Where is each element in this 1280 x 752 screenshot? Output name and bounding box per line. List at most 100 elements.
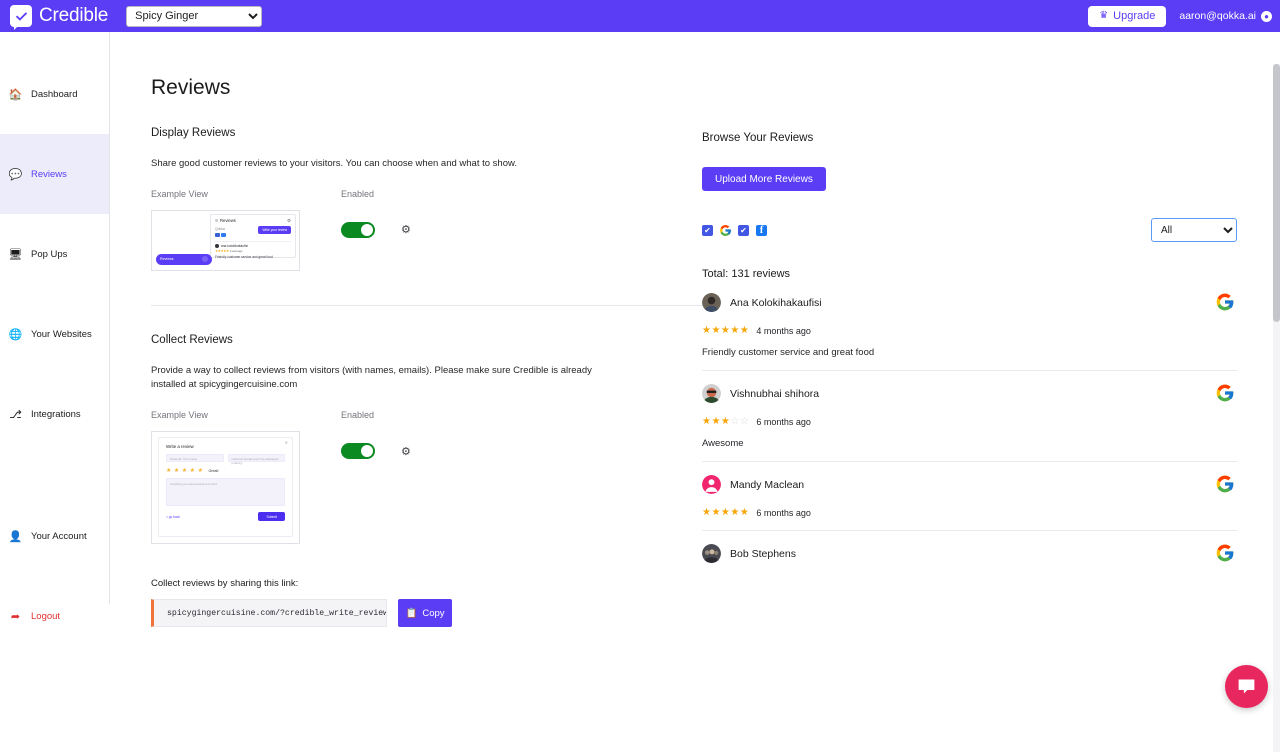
sidebar-item-label: Logout	[31, 611, 60, 622]
chat-bubble-icon: 💬	[9, 168, 22, 181]
collect-reviews-title: Collect Reviews	[151, 334, 716, 346]
chat-bubble-icon	[1236, 676, 1257, 697]
review-text: Friendly customer service and great food	[702, 347, 1237, 358]
google-icon	[1215, 543, 1235, 563]
user-account-menu[interactable]: aaron@qokka.ai ●	[1179, 10, 1272, 22]
preview-rating-stars: ★ ★ ★ ★ ★ Great!	[166, 467, 285, 474]
display-reviews-toggle-group: ⚙	[341, 210, 411, 238]
preview-review-name: ana.kolokihakaufisi	[221, 244, 248, 248]
collect-reviews-toggle-group: ⚙	[341, 431, 411, 459]
preview-back-link: < go back	[166, 515, 180, 519]
preview-pill-label: Reviews	[160, 257, 174, 261]
sidebar-item-reviews[interactable]: 💬 Reviews	[0, 134, 109, 214]
sidebar-item-label: Integrations	[31, 409, 81, 420]
brand-name: Credible	[39, 5, 108, 27]
collect-reviews-toggle[interactable]	[341, 443, 375, 459]
review-rating-stars: ★★★☆☆	[702, 417, 749, 427]
sidebar-item-your-websites[interactable]: 🌐 Your Websites	[0, 294, 109, 374]
share-link-block: Collect reviews by sharing this link: sp…	[151, 578, 716, 627]
site-select[interactable]: Spicy Ginger	[126, 6, 262, 27]
review-time: 4 months ago	[756, 326, 811, 336]
google-icon	[1215, 383, 1235, 403]
collect-reviews-column-headers: Example View Enabled	[151, 410, 716, 420]
sidebar-item-popups[interactable]: 🖥 Pop Ups	[0, 214, 109, 294]
preview-close-icon: ✕	[285, 440, 288, 445]
user-circle-icon: ●	[1261, 11, 1272, 22]
preview-submit-button: Submit	[258, 512, 285, 521]
display-reviews-toggle[interactable]	[341, 222, 375, 238]
facebook-filter-checkbox[interactable]: ✔	[738, 225, 749, 236]
display-reviews-description: Share good customer reviews to your visi…	[151, 157, 606, 172]
chat-widget-button[interactable]	[1225, 665, 1268, 708]
review-source-filter-select[interactable]: All	[1151, 218, 1237, 242]
review-meta: ★★★★★ 4 months ago	[702, 326, 1237, 336]
sidebar-item-label: Your Websites	[31, 329, 92, 340]
sidebar-item-dashboard[interactable]: 🏠 Dashboard	[0, 54, 109, 134]
review-text: Awesome	[702, 438, 1237, 449]
avatar	[702, 544, 721, 563]
top-bar-right: ♛ Upgrade aaron@qokka.ai ●	[1088, 6, 1272, 27]
share-link-input[interactable]: spicygingercuisine.com/?credible_write_r…	[151, 599, 387, 627]
sidebar-item-your-account[interactable]: 👤 Your Account	[0, 496, 109, 576]
review-time: 6 months ago	[756, 417, 811, 427]
sidebar-item-integrations[interactable]: ⎇ Integrations	[0, 374, 109, 454]
review-rating-stars: ★★★★★	[702, 508, 749, 518]
review-author: Bob Stephens	[730, 548, 796, 560]
preview-name-input: Optional: Your name	[166, 454, 224, 462]
preview-chip-b	[221, 233, 226, 237]
sidebar-item-label: Dashboard	[31, 89, 77, 100]
star-icon: ★	[166, 467, 171, 474]
source-filter-group: ✔ ✔ f	[702, 224, 768, 237]
preview-panel-title: Reviews	[215, 218, 236, 223]
sidebar-spacer	[0, 454, 109, 496]
preview-dot-icon	[215, 219, 218, 222]
collect-reviews-description: Provide a way to collect reviews from vi…	[151, 364, 606, 393]
star-icon: ★	[190, 467, 195, 474]
scrollbar-thumb[interactable]	[1273, 64, 1280, 322]
share-link-row: spicygingercuisine.com/?credible_write_r…	[151, 599, 716, 627]
sidebar-item-label: Pop Ups	[31, 249, 67, 260]
sidebar: 🏠 Dashboard 💬 Reviews 🖥 Pop Ups 🌐 Your W…	[0, 32, 110, 604]
review-item: Mandy Maclean ★★★★★ 6 months ago	[702, 462, 1237, 531]
star-icon: ★	[174, 467, 179, 474]
star-icon: ★	[198, 467, 203, 474]
bubble-tail	[14, 22, 22, 30]
collect-reviews-settings-gear-icon[interactable]: ⚙	[401, 445, 411, 458]
brand: Credible	[6, 5, 108, 27]
google-icon	[1215, 292, 1235, 312]
sidebar-item-logout[interactable]: ➦ Logout	[0, 576, 109, 656]
check-icon	[15, 10, 28, 23]
display-reviews-title: Display Reviews	[151, 127, 716, 139]
display-reviews-settings-gear-icon[interactable]: ⚙	[401, 223, 411, 236]
example-view-label: Example View	[151, 189, 341, 199]
review-header: Mandy Maclean	[702, 475, 1237, 494]
review-header: Ana Kolokihakaufisi	[702, 293, 1237, 312]
review-meta: ★★★★★ 6 months ago	[702, 508, 1237, 518]
preview-panel-header: Reviews ⚙	[215, 218, 291, 224]
browse-reviews-title: Browse Your Reviews	[702, 132, 1237, 144]
page-title: Reviews	[151, 76, 230, 100]
avatar	[702, 293, 721, 312]
review-time: 6 months ago	[756, 508, 811, 518]
google-filter-checkbox[interactable]: ✔	[702, 225, 713, 236]
copy-icon: 📋	[405, 608, 417, 619]
upgrade-button[interactable]: ♛ Upgrade	[1088, 6, 1166, 27]
enabled-label: Enabled	[341, 410, 374, 420]
preview-review-item: ana.kolokihakaufisi ★★★★★ 1 week ago Fri…	[215, 241, 291, 259]
preview-write-review-button: Write your review	[258, 226, 291, 234]
total-reviews-count: Total: 131 reviews	[702, 268, 1237, 280]
preview-review-stars: ★★★★★ 1 week ago	[215, 249, 291, 253]
person-icon: 👤	[9, 530, 22, 543]
display-reviews-column-headers: Example View Enabled	[151, 189, 716, 199]
preview-source-chips	[215, 233, 258, 237]
page-scrollbar[interactable]	[1273, 64, 1280, 752]
avatar	[702, 475, 721, 494]
copy-link-button[interactable]: 📋 Copy	[398, 599, 452, 627]
preview-rating-label: Great!	[208, 469, 218, 473]
preview-chip-a	[215, 233, 220, 237]
upload-more-reviews-button[interactable]: Upload More Reviews	[702, 167, 826, 191]
credible-logo-icon	[10, 5, 32, 27]
preview-review-text: Friendly customer service and great food	[215, 255, 291, 259]
display-reviews-section: Display Reviews Share good customer revi…	[151, 127, 716, 271]
globe-icon: 🌐	[9, 328, 22, 341]
